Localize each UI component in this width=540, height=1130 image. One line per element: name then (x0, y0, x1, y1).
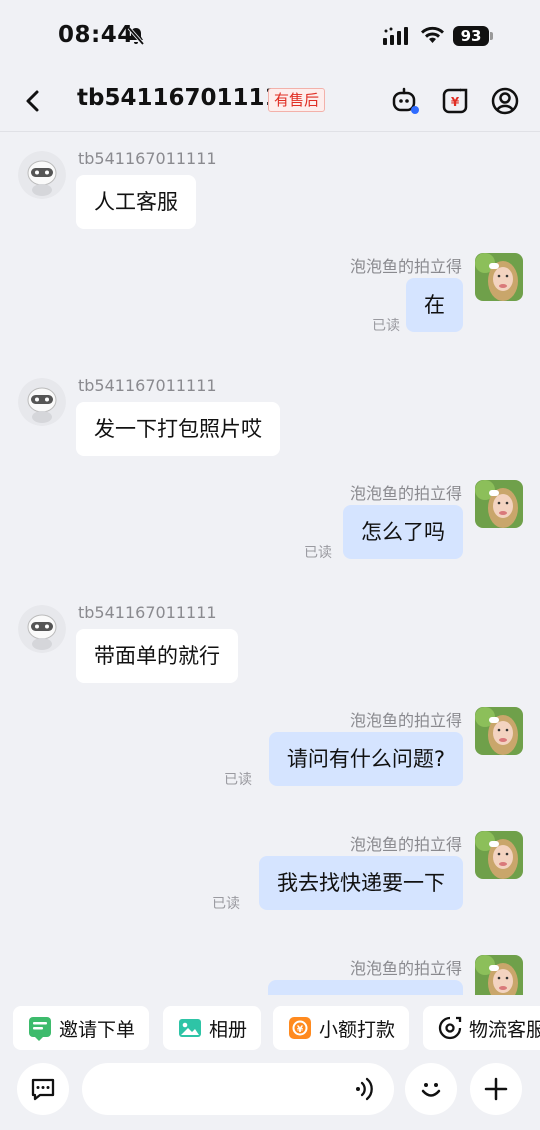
self-avatar[interactable] (475, 707, 523, 755)
svg-text:¥: ¥ (297, 1025, 304, 1035)
girl-photo-avatar-icon (475, 253, 523, 301)
message-input[interactable] (82, 1063, 394, 1115)
emoji-button[interactable] (405, 1063, 457, 1115)
svg-text:¥: ¥ (451, 95, 460, 109)
robot-avatar-icon (18, 151, 66, 199)
sender-name: 泡泡鱼的拍立得 (349, 835, 462, 854)
sender-name: tb541167011111 (78, 603, 217, 622)
message-bubble[interactable]: 请问有什么问题? (268, 732, 463, 786)
message-bubble[interactable]: 发一下打包照片哎 (76, 402, 280, 456)
refund-icon[interactable]: ¥ (440, 86, 470, 116)
message-bubble[interactable] (268, 980, 463, 995)
status-time: 08:44 (58, 22, 134, 48)
battery-tip (490, 32, 493, 40)
after-sale-badge[interactable]: 有售后 (268, 88, 326, 112)
robot-assistant-icon[interactable] (390, 86, 420, 116)
chat-bubble-icon (31, 1078, 55, 1101)
album-button[interactable]: 相册 (163, 1006, 262, 1050)
message-list[interactable]: tb541167011111 人工客服 泡泡鱼的拍立得 在 已读 tb54116… (0, 133, 540, 995)
chip-label: 物流客服 (469, 1018, 540, 1041)
album-icon (179, 1019, 201, 1037)
sender-name: tb541167011111 (78, 149, 217, 168)
smile-emoji-icon (421, 1083, 441, 1097)
read-status: 已读 (212, 896, 240, 912)
girl-photo-avatar-icon (475, 831, 523, 879)
self-avatar[interactable] (475, 253, 523, 301)
message-bubble[interactable]: 在 (406, 278, 463, 332)
read-status: 已读 (372, 318, 400, 334)
input-bar (0, 1057, 540, 1130)
sender-name: 泡泡鱼的拍立得 (349, 711, 462, 730)
robot-avatar-icon (18, 378, 66, 426)
read-status: 已读 (224, 772, 252, 788)
logistics-service-button[interactable]: 物流客服 (423, 1006, 540, 1050)
back-arrow-icon[interactable] (18, 86, 48, 116)
self-avatar[interactable] (475, 480, 523, 528)
voice-input-icon[interactable] (352, 1075, 380, 1103)
chat-title: tb541167011111 (77, 85, 297, 111)
chip-label: 小额打款 (319, 1018, 396, 1041)
plus-icon (484, 1077, 508, 1101)
sender-name: tb541167011111 (78, 376, 217, 395)
profile-icon[interactable] (490, 86, 520, 116)
small-payment-button[interactable]: ¥ 小额打款 (273, 1006, 410, 1050)
status-bar: 08:44 93 (0, 0, 540, 72)
message-bubble[interactable]: 我去找快递要一下 (259, 856, 463, 910)
sender-name: 泡泡鱼的拍立得 (349, 484, 462, 503)
message-bubble[interactable]: 带面单的就行 (76, 629, 238, 683)
girl-photo-avatar-icon (475, 955, 523, 995)
girl-photo-avatar-icon (475, 480, 523, 528)
chip-label: 邀请下单 (59, 1018, 136, 1041)
payment-icon: ¥ (289, 1017, 311, 1039)
order-invite-icon (29, 1017, 51, 1041)
wifi-icon (421, 26, 444, 43)
read-status: 已读 (304, 545, 332, 561)
sender-name: 泡泡鱼的拍立得 (349, 257, 462, 276)
sender-name: 泡泡鱼的拍立得 (349, 959, 462, 978)
girl-photo-avatar-icon (475, 707, 523, 755)
logistics-service-icon (438, 1016, 462, 1040)
bell-muted-icon (127, 26, 145, 46)
cellular-signal-icon (383, 27, 408, 45)
customer-avatar[interactable] (18, 378, 66, 426)
more-options-button[interactable] (470, 1063, 522, 1115)
self-avatar[interactable] (475, 955, 523, 995)
invite-order-button[interactable]: 邀请下单 (13, 1006, 150, 1050)
chat-header: tb541167011111 有售后 ¥ (0, 72, 540, 132)
customer-avatar[interactable] (18, 151, 66, 199)
customer-avatar[interactable] (18, 605, 66, 653)
chip-label: 相册 (209, 1018, 248, 1041)
quick-reply-button[interactable] (17, 1063, 69, 1115)
message-bubble[interactable]: 怎么了吗 (343, 505, 463, 559)
quick-action-bar[interactable]: 邀请下单 相册 ¥ 小额打款 物流客服 (0, 995, 540, 1057)
self-avatar[interactable] (475, 831, 523, 879)
battery-indicator: 93 (453, 26, 489, 46)
message-bubble[interactable]: 人工客服 (76, 175, 196, 229)
robot-avatar-icon (18, 605, 66, 653)
